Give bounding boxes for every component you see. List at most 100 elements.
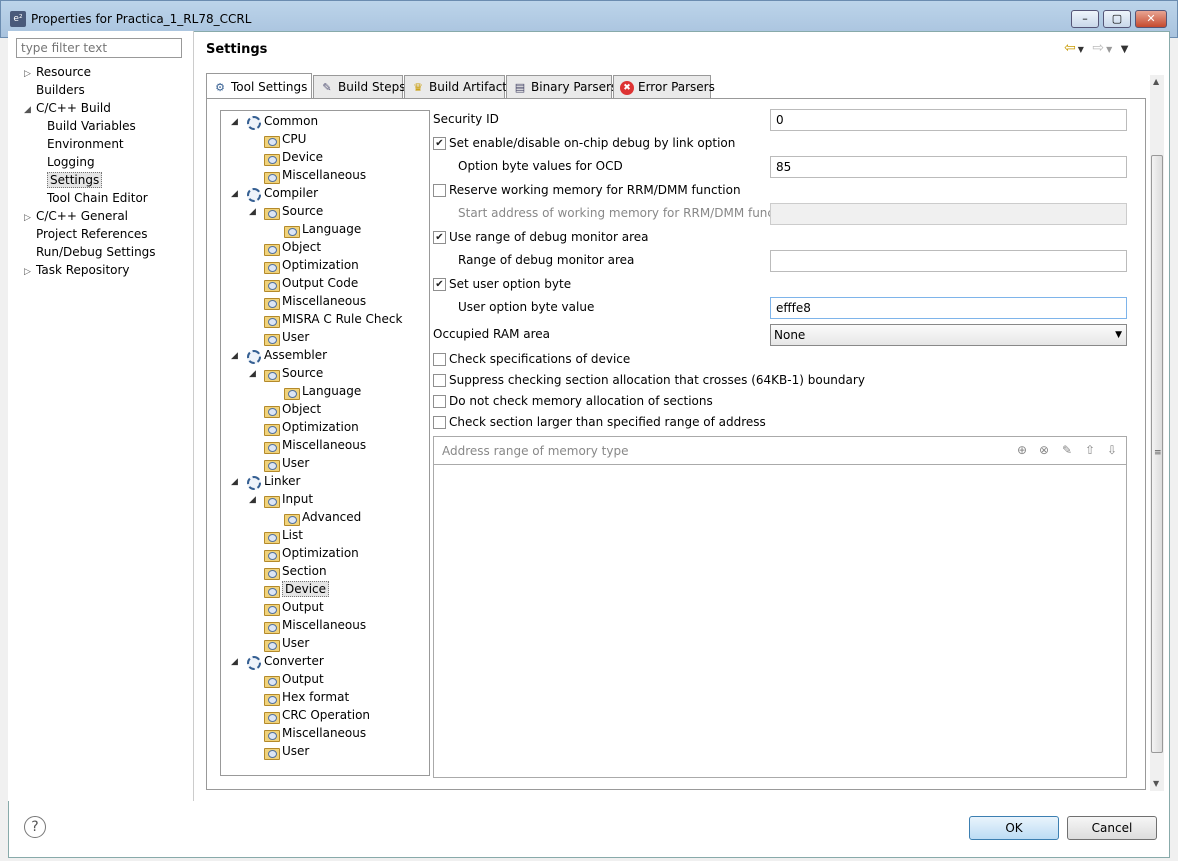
debug-monitor-checkbox[interactable]: ✔ (433, 231, 446, 244)
tab-build-steps[interactable]: ✎ Build Steps (313, 75, 406, 99)
move-down-icon[interactable]: ⇩ (1104, 442, 1120, 458)
tree-item[interactable]: Device (249, 580, 330, 598)
cancel-button[interactable]: Cancel (1067, 816, 1157, 840)
ok-button[interactable]: OK (969, 816, 1059, 840)
tree-item[interactable]: ◢ Converter (231, 652, 324, 670)
expand-twisty-icon[interactable]: ◢ (249, 365, 263, 383)
close-button[interactable]: ✕ (1135, 10, 1167, 28)
forward-arrow-icon[interactable]: ⇨ (1092, 40, 1106, 56)
section-larger-checkbox[interactable] (433, 416, 446, 429)
expand-twisty-icon[interactable]: ◢ (231, 653, 245, 671)
ram-area-select[interactable]: None ▼ (770, 324, 1127, 346)
check-device-option[interactable]: Check specifications of device (433, 350, 630, 368)
tab-error-parsers[interactable]: ✖ Error Parsers (613, 75, 715, 99)
tree-item[interactable]: Optimization (249, 544, 359, 562)
minimize-button[interactable]: – (1071, 10, 1099, 28)
tree-item[interactable]: ◢ Common (231, 112, 318, 130)
sidebar-item[interactable]: Settings (24, 171, 156, 189)
tree-item[interactable]: Miscellaneous (249, 616, 366, 634)
sidebar-item[interactable]: Build Variables (24, 117, 156, 135)
tree-item[interactable]: User (249, 634, 309, 652)
expand-twisty-icon[interactable]: ◢ (231, 185, 245, 203)
delete-icon[interactable]: ⊗ (1036, 442, 1052, 458)
security-id-input[interactable]: 0 (770, 109, 1127, 131)
tree-item[interactable]: ◢ Input (249, 490, 313, 508)
tree-item[interactable]: Miscellaneous (249, 166, 366, 184)
forward-menu-icon[interactable]: ▼ (1106, 45, 1114, 54)
twisty-icon[interactable]: ▷ (24, 263, 36, 281)
ocd-enable-option[interactable]: ✔ Set enable/disable on-chip debug by lin… (433, 134, 735, 152)
expand-twisty-icon[interactable]: ◢ (231, 347, 245, 365)
tree-item[interactable]: Device (249, 148, 323, 166)
no-mem-check-checkbox[interactable] (433, 395, 446, 408)
tab-build-artifact[interactable]: ♛ Build Artifact (404, 75, 507, 99)
tree-item[interactable]: User (249, 742, 309, 760)
expand-twisty-icon[interactable]: ◢ (231, 473, 245, 491)
sidebar-item[interactable]: ◢ C/C++ Build (24, 99, 156, 117)
tree-item[interactable]: Miscellaneous (249, 292, 366, 310)
filter-input[interactable] (16, 38, 182, 58)
address-range-list[interactable]: Address range of memory type ⊕ ⊗ ✎ ⇧ ⇩ (433, 436, 1127, 778)
tree-item[interactable]: CRC Operation (249, 706, 370, 724)
tree-item[interactable]: List (249, 526, 303, 544)
twisty-icon[interactable]: ◢ (24, 101, 36, 119)
sidebar-item[interactable]: Run/Debug Settings (24, 243, 156, 261)
scrollbar-thumb[interactable]: ≡ (1151, 155, 1163, 753)
tree-item[interactable]: ◢ Assembler (231, 346, 327, 364)
add-icon[interactable]: ⊕ (1014, 442, 1030, 458)
tree-item[interactable]: Language (269, 382, 361, 400)
suppress-checkbox[interactable] (433, 374, 446, 387)
edit-icon[interactable]: ✎ (1059, 442, 1075, 458)
help-icon[interactable]: ? (24, 816, 46, 838)
tree-item[interactable]: ◢ Source (249, 364, 323, 382)
back-menu-icon[interactable]: ▼ (1078, 45, 1086, 54)
debug-monitor-option[interactable]: ✔ Use range of debug monitor area (433, 228, 649, 246)
sidebar-item[interactable]: Builders (24, 81, 156, 99)
user-option-checkbox[interactable]: ✔ (433, 278, 446, 291)
move-up-icon[interactable]: ⇧ (1082, 442, 1098, 458)
tree-item[interactable]: Optimization (249, 418, 359, 436)
section-larger-option[interactable]: Check section larger than specified rang… (433, 413, 766, 431)
tab-binary-parsers[interactable]: ▤ Binary Parsers (506, 75, 617, 99)
tree-item[interactable]: Optimization (249, 256, 359, 274)
tree-item[interactable]: MISRA C Rule Check (249, 310, 402, 328)
tab-tool-settings[interactable]: ⚙ Tool Settings (206, 73, 312, 99)
tree-item[interactable]: Miscellaneous (249, 724, 366, 742)
maximize-button[interactable]: ▢ (1103, 10, 1131, 28)
tree-item[interactable]: ◢ Compiler (231, 184, 318, 202)
tree-item[interactable]: Advanced (269, 508, 361, 526)
tree-item[interactable]: User (249, 454, 309, 472)
back-arrow-icon[interactable]: ⇦ (1064, 40, 1078, 56)
scroll-down-icon[interactable]: ▼ (1153, 779, 1159, 788)
user-option-value-input[interactable]: efffe8 (770, 297, 1127, 319)
expand-twisty-icon[interactable]: ◢ (249, 491, 263, 509)
view-menu-icon[interactable]: ▼ (1121, 44, 1131, 55)
tree-item[interactable]: Output (249, 670, 324, 688)
tree-item[interactable]: Output (249, 598, 324, 616)
check-device-checkbox[interactable] (433, 353, 446, 366)
rrm-checkbox[interactable] (433, 184, 446, 197)
tree-item[interactable]: Miscellaneous (249, 436, 366, 454)
ocd-byte-input[interactable]: 85 (770, 156, 1127, 178)
tree-item[interactable]: Language (269, 220, 361, 238)
expand-twisty-icon[interactable]: ◢ (231, 113, 245, 131)
ocd-enable-checkbox[interactable]: ✔ (433, 137, 446, 150)
sidebar-item[interactable]: Tool Chain Editor (24, 189, 156, 207)
tree-item[interactable]: ◢ Source (249, 202, 323, 220)
sidebar-item[interactable]: Environment (24, 135, 156, 153)
tree-item[interactable]: Hex format (249, 688, 349, 706)
tree-item[interactable]: ◢ Linker (231, 472, 300, 490)
suppress-option[interactable]: Suppress checking section allocation tha… (433, 371, 865, 389)
tree-item[interactable]: User (249, 328, 309, 346)
tree-item[interactable]: Section (249, 562, 327, 580)
sidebar-item[interactable]: ▷ Task Repository (24, 261, 156, 279)
tree-item[interactable]: CPU (249, 130, 306, 148)
expand-twisty-icon[interactable]: ◢ (249, 203, 263, 221)
sidebar-item[interactable]: Logging (24, 153, 156, 171)
rrm-option[interactable]: Reserve working memory for RRM/DMM funct… (433, 181, 741, 199)
sidebar-item[interactable]: ▷ C/C++ General (24, 207, 156, 225)
sidebar-item[interactable]: Project References (24, 225, 156, 243)
tree-item[interactable]: Object (249, 400, 321, 418)
tree-item[interactable]: Output Code (249, 274, 358, 292)
user-option-byte-option[interactable]: ✔ Set user option byte (433, 275, 571, 293)
